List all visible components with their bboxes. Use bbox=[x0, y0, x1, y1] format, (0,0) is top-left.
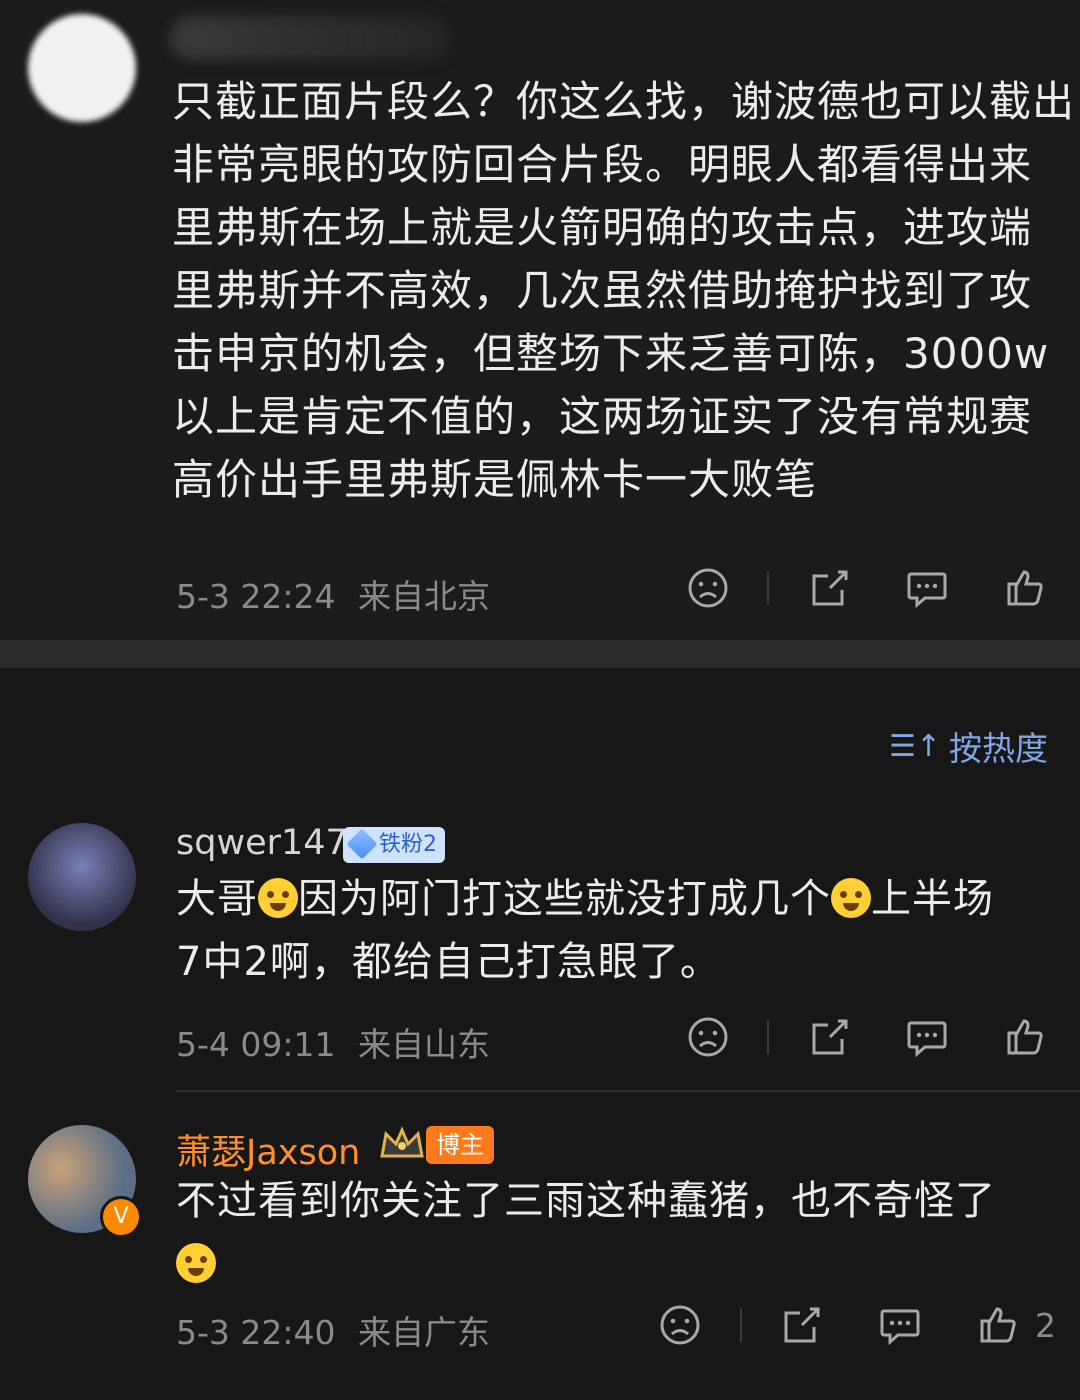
comment-icon[interactable] bbox=[905, 566, 949, 610]
reply2-location: 来自广东 bbox=[358, 1313, 490, 1352]
dislike-icon[interactable] bbox=[686, 1015, 730, 1059]
avatar-blurred[interactable] bbox=[28, 14, 136, 122]
reply2-time: 5-3 22:40 bbox=[176, 1313, 336, 1352]
reply2-text: 不过看到你关注了三雨这种蠢猪，也不奇怪了 bbox=[176, 1170, 996, 1296]
avatar-reply1[interactable] bbox=[28, 823, 136, 931]
like-icon[interactable] bbox=[976, 1303, 1020, 1347]
reply1-location: 来自山东 bbox=[358, 1025, 490, 1064]
username-blurred[interactable] bbox=[170, 16, 450, 60]
reply1-text: 大哥 因为阿门打这些就没打成几个 上半场 7中2啊，都给自己打急眼了。 bbox=[176, 876, 994, 985]
blogger-badge: 博主 bbox=[426, 1126, 494, 1164]
badge-label: 铁粉2 bbox=[379, 832, 437, 857]
reply-separator bbox=[176, 1090, 1080, 1092]
comment-location: 来自北京 bbox=[358, 577, 490, 616]
reply1-time: 5-4 09:11 bbox=[176, 1025, 336, 1064]
verified-v-icon: V bbox=[100, 1196, 142, 1238]
comment-meta: 5-3 22:24 来自北京 bbox=[176, 570, 490, 618]
sort-icon: ☰↑ bbox=[888, 728, 941, 764]
divider bbox=[740, 1308, 742, 1342]
share-icon[interactable] bbox=[808, 566, 852, 610]
iron-fan-badge: 铁粉2 bbox=[343, 827, 445, 863]
comment-card-top: 只截正面片段么？你这么找，谢波德也可以截出 非常亮眼的攻防回合片段。明眼人都看得… bbox=[0, 0, 1080, 640]
reply2-meta: 5-3 22:40 来自广东 bbox=[176, 1306, 490, 1354]
share-icon[interactable] bbox=[780, 1303, 824, 1347]
dislike-icon[interactable] bbox=[658, 1303, 702, 1347]
like-count: 2 bbox=[1035, 1306, 1056, 1345]
like-icon[interactable] bbox=[1003, 1015, 1047, 1059]
share-icon[interactable] bbox=[808, 1015, 852, 1059]
reply1-username[interactable]: sqwer147 bbox=[176, 823, 348, 863]
sort-label: 按热度 bbox=[949, 729, 1048, 768]
laugh-cry-emoji-icon bbox=[831, 878, 871, 918]
comment-icon[interactable] bbox=[878, 1303, 922, 1347]
laugh-cry-emoji-icon bbox=[258, 878, 298, 918]
section-divider bbox=[0, 640, 1080, 668]
crown-icon bbox=[378, 1126, 426, 1162]
divider bbox=[767, 571, 769, 605]
like-icon[interactable] bbox=[1003, 566, 1047, 610]
diamond-icon bbox=[346, 828, 378, 860]
reply2-username[interactable]: 萧瑟Jaxson bbox=[176, 1124, 360, 1175]
reply1-meta: 5-4 09:11 来自山东 bbox=[176, 1018, 490, 1066]
comment-time: 5-3 22:24 bbox=[176, 577, 336, 616]
sort-by-hot-button[interactable]: ☰↑ 按热度 bbox=[889, 722, 1048, 770]
comment-icon[interactable] bbox=[905, 1015, 949, 1059]
dislike-icon[interactable] bbox=[686, 566, 730, 610]
face-emoji-icon bbox=[176, 1243, 216, 1283]
comment-text: 只截正面片段么？你这么找，谢波德也可以截出 非常亮眼的攻防回合片段。明眼人都看得… bbox=[172, 77, 1076, 504]
divider bbox=[767, 1020, 769, 1054]
